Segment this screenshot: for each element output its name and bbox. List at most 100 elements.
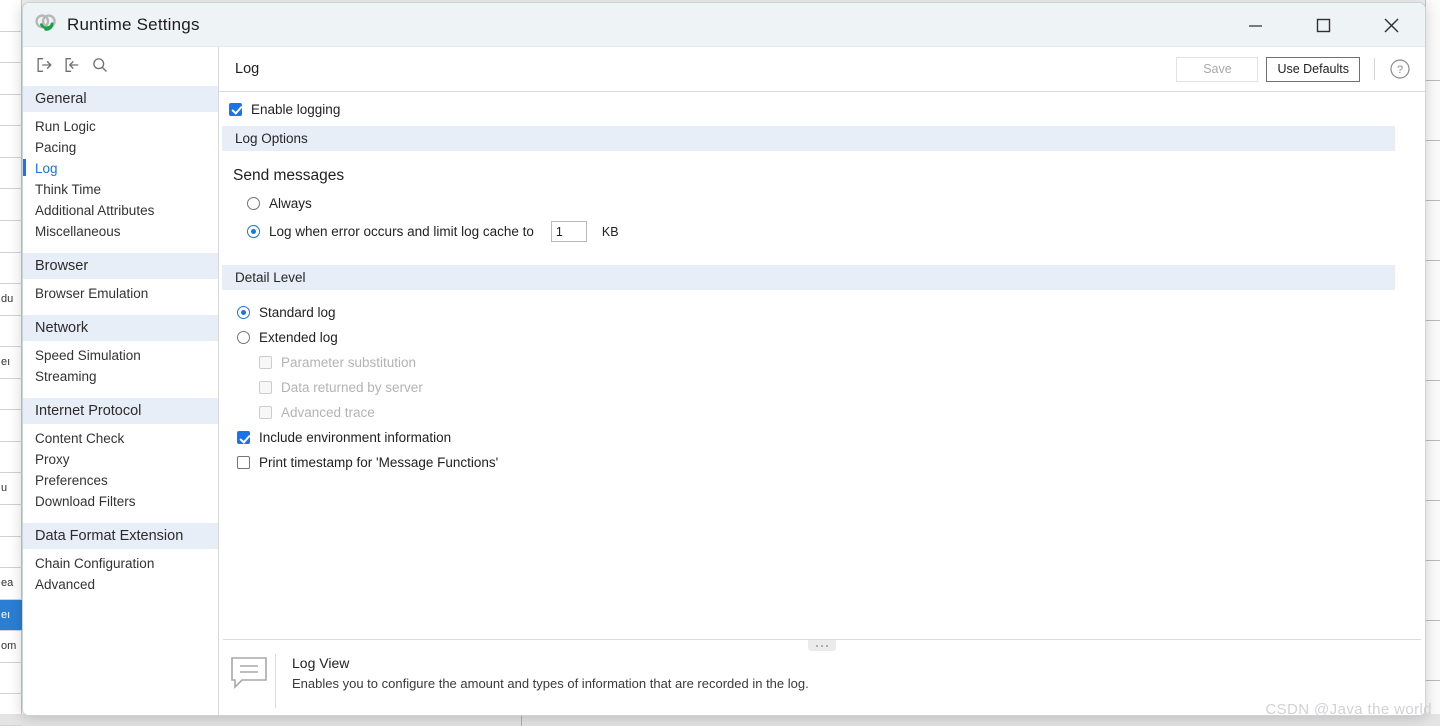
pane-actions: Save Use Defaults ? <box>1176 56 1411 82</box>
sidebar-item-miscellaneous[interactable]: Miscellaneous <box>23 221 218 242</box>
help-circle-icon[interactable]: ? <box>1389 58 1411 80</box>
background-row <box>0 221 22 253</box>
data-returned-by-server-checkbox <box>259 381 272 394</box>
maximize-button[interactable] <box>1289 3 1357 47</box>
background-right-line <box>1425 500 1440 501</box>
runtime-settings-dialog: Runtime Settings General Run Logic Pacin… <box>22 2 1426 716</box>
sidebar-group-internet-protocol[interactable]: Internet Protocol <box>23 398 218 424</box>
enable-logging-checkbox[interactable] <box>229 102 242 116</box>
sidebar-item-think-time[interactable]: Think Time <box>23 179 218 200</box>
sidebar-item-proxy[interactable]: Proxy <box>23 449 218 470</box>
background-row <box>0 505 22 537</box>
sidebar-item-log[interactable]: Log <box>23 158 218 179</box>
loadrunner-logo-icon <box>35 13 56 31</box>
advanced-trace-label: Advanced trace <box>281 405 375 420</box>
background-row <box>0 126 22 158</box>
sidebar-item-speed-simulation[interactable]: Speed Simulation <box>23 345 218 366</box>
send-messages-on-error-radio[interactable] <box>247 225 260 238</box>
splitter-grip-icon[interactable] <box>808 640 836 651</box>
background-row <box>0 253 22 285</box>
comment-lines-icon <box>231 657 267 689</box>
include-environment-information-checkbox[interactable] <box>237 431 250 444</box>
send-messages-title: Send messages <box>233 167 345 184</box>
background-row <box>0 316 22 348</box>
sidebar-group-network[interactable]: Network <box>23 315 218 341</box>
print-timestamp-checkbox[interactable] <box>237 456 250 469</box>
pane-header: Log Save Use Defaults ? <box>219 47 1425 92</box>
background-row: du <box>0 284 22 316</box>
background-row: eı <box>0 599 22 632</box>
print-timestamp-label: Print timestamp for 'Message Functions' <box>259 455 499 470</box>
data-returned-by-server-label: Data returned by server <box>281 380 423 395</box>
dialog-body: General Run Logic Pacing Log Think Time Addit… <box>23 47 1425 715</box>
print-timestamp-row[interactable]: Print timestamp for 'Message Functions' <box>219 450 1425 475</box>
sidebar-item-download-filters[interactable]: Download Filters <box>23 491 218 512</box>
sidebar-group-data-format-extension[interactable]: Data Format Extension <box>23 523 218 549</box>
sidebar-item-pacing[interactable]: Pacing <box>23 137 218 158</box>
expand-all-icon[interactable] <box>35 56 53 74</box>
background-row <box>0 537 22 569</box>
background-right-line <box>1425 80 1440 81</box>
include-environment-information-row[interactable]: Include environment information <box>219 425 1425 450</box>
sidebar-item-additional-attributes[interactable]: Additional Attributes <box>23 200 218 221</box>
minimize-button[interactable] <box>1221 3 1289 47</box>
include-environment-information-label: Include environment information <box>259 430 452 445</box>
standard-log-row[interactable]: Standard log <box>219 300 1425 325</box>
standard-log-radio[interactable] <box>237 306 250 319</box>
background-row <box>0 442 22 474</box>
background-row: om <box>0 631 22 663</box>
enable-logging-row[interactable]: Enable logging <box>219 92 1425 126</box>
sidebar-item-preferences[interactable]: Preferences <box>23 470 218 491</box>
settings-main-pane: Log Save Use Defaults ? Enable logging L… <box>219 47 1425 715</box>
background-right-line <box>1425 200 1440 201</box>
close-button[interactable] <box>1357 3 1425 47</box>
collapse-all-icon[interactable] <box>63 56 81 74</box>
search-icon[interactable] <box>91 56 109 74</box>
action-divider <box>1374 58 1375 80</box>
help-panel-splitter[interactable] <box>223 639 1421 651</box>
extended-log-radio[interactable] <box>237 331 250 344</box>
sidebar-toolbar <box>23 47 218 83</box>
background-row <box>0 410 22 442</box>
help-panel: Log View Enables you to configure the am… <box>219 640 1425 715</box>
background-right-line <box>1425 380 1440 381</box>
sidebar-item-advanced[interactable]: Advanced <box>23 574 218 595</box>
sidebar-sublist: Speed Simulation Streaming <box>23 341 218 395</box>
sidebar-item-chain-configuration[interactable]: Chain Configuration <box>23 553 218 574</box>
sidebar-group-general[interactable]: General <box>23 86 218 112</box>
sidebar-group-browser[interactable]: Browser <box>23 253 218 279</box>
sidebar-item-run-logic[interactable]: Run Logic <box>23 116 218 137</box>
sidebar-sublist: Content Check Proxy Preferences Download Fi… <box>23 424 218 520</box>
sidebar-item-content-check[interactable]: Content Check <box>23 428 218 449</box>
settings-sidebar: General Run Logic Pacing Log Think Time Addit… <box>23 47 219 715</box>
background-row <box>0 694 22 726</box>
sidebar-item-streaming[interactable]: Streaming <box>23 366 218 387</box>
sidebar-group-list: General Run Logic Pacing Log Think Time Addit… <box>23 86 218 603</box>
sidebar-item-browser-emulation[interactable]: Browser Emulation <box>23 283 218 304</box>
background-row: eı <box>0 347 22 379</box>
background-right-line <box>1425 440 1440 441</box>
background-right-panel <box>1425 0 1440 726</box>
background-right-line <box>1425 320 1440 321</box>
send-messages-always-row[interactable]: Always <box>219 191 1425 216</box>
log-options-section-header: Log Options <box>222 126 1395 151</box>
background-right-line <box>1425 560 1440 561</box>
save-button[interactable]: Save <box>1176 56 1259 82</box>
maximize-icon <box>1316 18 1330 32</box>
background-right-line <box>1425 140 1440 141</box>
background-row <box>0 189 22 221</box>
extended-log-row[interactable]: Extended log <box>219 325 1425 350</box>
background-row <box>0 379 22 411</box>
background-right-line <box>1425 620 1440 621</box>
background-right-line <box>1425 260 1440 261</box>
background-row: u <box>0 473 22 506</box>
use-defaults-button[interactable]: Use Defaults <box>1266 56 1360 82</box>
background-row: ea <box>0 568 22 600</box>
send-messages-always-radio[interactable] <box>247 197 260 210</box>
send-messages-on-error-row[interactable]: Log when error occurs and limit log cach… <box>219 216 1425 247</box>
background-row <box>0 95 22 127</box>
minimize-icon <box>1248 24 1262 27</box>
enable-logging-label: Enable logging <box>251 101 341 117</box>
detail-level-section-header: Detail Level <box>222 265 1395 290</box>
log-cache-size-input[interactable] <box>550 221 587 242</box>
